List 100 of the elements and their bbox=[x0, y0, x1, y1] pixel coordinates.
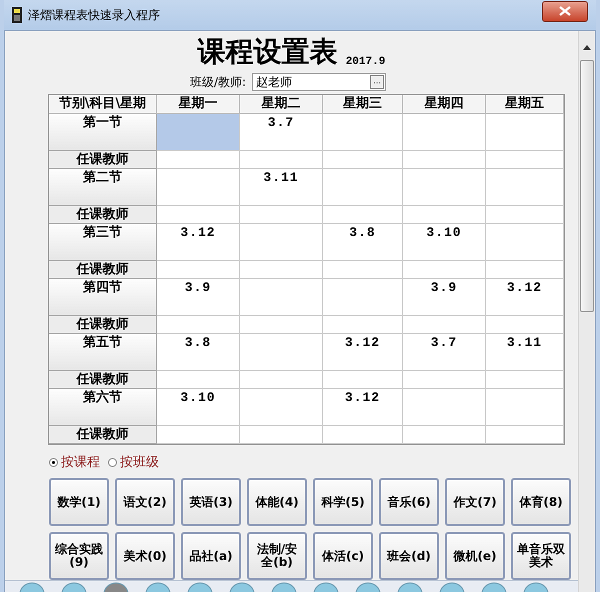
table-cell[interactable] bbox=[486, 389, 564, 426]
table-cell[interactable]: 3.7 bbox=[403, 334, 486, 371]
period-header[interactable]: 第三节 bbox=[49, 224, 157, 261]
subject-button[interactable]: 品社(a) bbox=[181, 532, 241, 580]
table-cell[interactable] bbox=[240, 316, 323, 334]
table-cell[interactable]: 3.10 bbox=[403, 224, 486, 261]
table-cell[interactable]: 3.8 bbox=[157, 334, 240, 371]
table-cell[interactable] bbox=[323, 151, 403, 169]
table-cell[interactable]: 3.10 bbox=[157, 389, 240, 426]
table-cell[interactable] bbox=[403, 114, 486, 151]
toolbar-round-icon[interactable] bbox=[145, 581, 171, 592]
subject-button[interactable]: 体活(c) bbox=[313, 532, 373, 580]
subject-button[interactable]: 科学(5) bbox=[313, 478, 373, 526]
toolbar-round-icon[interactable] bbox=[187, 581, 213, 592]
table-cell[interactable] bbox=[486, 224, 564, 261]
table-cell[interactable] bbox=[157, 114, 240, 151]
table-cell[interactable] bbox=[240, 206, 323, 224]
table-cell[interactable] bbox=[323, 371, 403, 389]
period-header[interactable]: 第一节 bbox=[49, 114, 157, 151]
table-cell[interactable]: 3.11 bbox=[240, 169, 323, 206]
subject-button[interactable]: 微机(e) bbox=[445, 532, 505, 580]
subject-button[interactable]: 班会(d) bbox=[379, 532, 439, 580]
table-cell[interactable] bbox=[486, 206, 564, 224]
table-cell[interactable] bbox=[157, 371, 240, 389]
table-cell[interactable] bbox=[403, 206, 486, 224]
table-cell[interactable] bbox=[486, 316, 564, 334]
period-header[interactable]: 第五节 bbox=[49, 334, 157, 371]
subject-button[interactable]: 英语(3) bbox=[181, 478, 241, 526]
table-cell[interactable] bbox=[486, 114, 564, 151]
table-cell[interactable] bbox=[403, 169, 486, 206]
table-cell[interactable] bbox=[240, 261, 323, 279]
toolbar-round-icon[interactable] bbox=[19, 581, 45, 592]
table-cell[interactable] bbox=[323, 114, 403, 151]
table-cell[interactable]: 3.12 bbox=[157, 224, 240, 261]
table-cell[interactable] bbox=[323, 426, 403, 444]
subject-button[interactable]: 语文(2) bbox=[115, 478, 175, 526]
table-cell[interactable] bbox=[486, 169, 564, 206]
table-cell[interactable]: 3.11 bbox=[486, 334, 564, 371]
table-cell[interactable] bbox=[157, 169, 240, 206]
table-cell[interactable]: 3.9 bbox=[403, 279, 486, 316]
subject-button[interactable]: 单音乐双美术 bbox=[511, 532, 571, 580]
table-cell[interactable]: 3.12 bbox=[323, 334, 403, 371]
table-cell[interactable] bbox=[240, 389, 323, 426]
period-header[interactable]: 第四节 bbox=[49, 279, 157, 316]
table-cell[interactable] bbox=[323, 206, 403, 224]
table-cell[interactable] bbox=[323, 279, 403, 316]
toolbar-round-icon[interactable] bbox=[61, 581, 87, 592]
table-cell[interactable] bbox=[240, 426, 323, 444]
table-cell[interactable] bbox=[323, 169, 403, 206]
subject-button[interactable]: 体育(8) bbox=[511, 478, 571, 526]
table-cell[interactable] bbox=[157, 426, 240, 444]
subject-button[interactable]: 作文(7) bbox=[445, 478, 505, 526]
toolbar-round-icon[interactable] bbox=[481, 581, 507, 592]
table-cell[interactable] bbox=[323, 316, 403, 334]
toolbar-round-icon[interactable] bbox=[439, 581, 465, 592]
period-header[interactable]: 第二节 bbox=[49, 169, 157, 206]
scrollbar-thumb[interactable] bbox=[580, 60, 594, 312]
table-cell[interactable]: 3.7 bbox=[240, 114, 323, 151]
browse-button[interactable]: ··· bbox=[370, 75, 384, 89]
subject-button[interactable]: 美术(0) bbox=[115, 532, 175, 580]
table-cell[interactable]: 3.8 bbox=[323, 224, 403, 261]
table-cell[interactable] bbox=[403, 261, 486, 279]
table-cell[interactable] bbox=[240, 151, 323, 169]
radio-option[interactable]: 按课程 bbox=[49, 453, 100, 471]
table-cell[interactable] bbox=[157, 316, 240, 334]
table-cell[interactable] bbox=[486, 261, 564, 279]
subject-button[interactable]: 音乐(6) bbox=[379, 478, 439, 526]
toolbar-round-icon[interactable] bbox=[313, 581, 339, 592]
radio-option[interactable]: 按班级 bbox=[108, 453, 159, 471]
table-cell[interactable] bbox=[157, 151, 240, 169]
table-cell[interactable] bbox=[486, 371, 564, 389]
scroll-up-icon[interactable] bbox=[583, 45, 591, 50]
subject-button[interactable]: 综合实践(9) bbox=[49, 532, 109, 580]
table-cell[interactable] bbox=[157, 206, 240, 224]
close-button[interactable] bbox=[542, 0, 588, 22]
table-cell[interactable] bbox=[323, 261, 403, 279]
toolbar-round-icon[interactable] bbox=[355, 581, 381, 592]
table-cell[interactable] bbox=[240, 371, 323, 389]
table-cell[interactable]: 3.9 bbox=[157, 279, 240, 316]
table-cell[interactable] bbox=[403, 389, 486, 426]
toolbar-round-icon[interactable] bbox=[523, 581, 549, 592]
table-cell[interactable] bbox=[240, 279, 323, 316]
table-cell[interactable] bbox=[240, 224, 323, 261]
table-cell[interactable] bbox=[403, 426, 486, 444]
teacher-field[interactable]: 赵老师 ··· bbox=[252, 73, 386, 91]
table-cell[interactable] bbox=[157, 261, 240, 279]
subject-button[interactable]: 数学(1) bbox=[49, 478, 109, 526]
toolbar-round-icon[interactable] bbox=[103, 581, 129, 592]
table-cell[interactable] bbox=[403, 371, 486, 389]
table-cell[interactable]: 3.12 bbox=[323, 389, 403, 426]
subject-button[interactable]: 法制/安全(b) bbox=[247, 532, 307, 580]
subject-button[interactable]: 体能(4) bbox=[247, 478, 307, 526]
table-cell[interactable]: 3.12 bbox=[486, 279, 564, 316]
table-cell[interactable] bbox=[240, 334, 323, 371]
toolbar-round-icon[interactable] bbox=[397, 581, 423, 592]
table-cell[interactable] bbox=[486, 151, 564, 169]
table-cell[interactable] bbox=[403, 316, 486, 334]
toolbar-round-icon[interactable] bbox=[271, 581, 297, 592]
table-cell[interactable] bbox=[486, 426, 564, 444]
toolbar-round-icon[interactable] bbox=[229, 581, 255, 592]
